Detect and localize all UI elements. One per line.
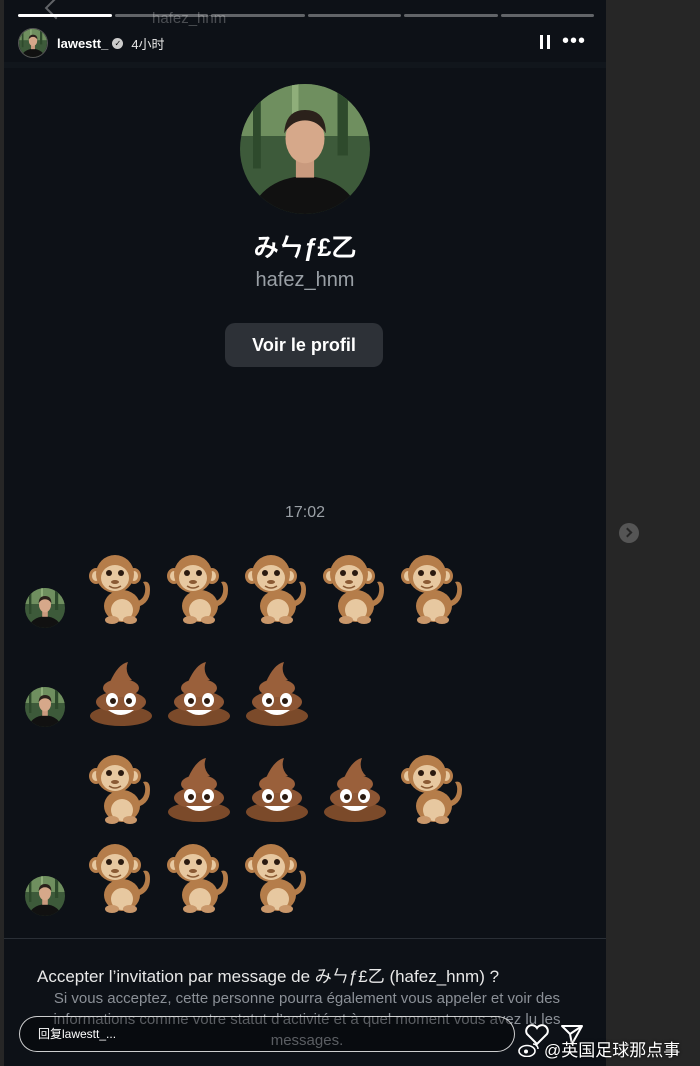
sender-avatar[interactable]: [25, 876, 65, 916]
monkey-emoji-icon: [166, 841, 232, 915]
previous-story-name: hafez_hnm: [152, 10, 227, 27]
monkey-emoji-icon: [322, 552, 388, 626]
verified-badge-icon: ✓: [112, 37, 124, 49]
story-viewer[interactable]: hafez_hnm lawestt_ ✓ 4小时 ••• みㄣƒ£乙 hafez…: [4, 0, 606, 1066]
message-bubble[interactable]: [88, 656, 310, 730]
monkey-emoji-icon: [244, 841, 310, 915]
story-author-avatar[interactable]: [18, 28, 48, 58]
more-options-icon[interactable]: •••: [562, 31, 586, 51]
progress-segment: [114, 14, 208, 17]
message-timestamp: 17:02: [284, 504, 326, 521]
watermark-text: @英国足球那点事: [544, 1041, 681, 1060]
poop-emoji-icon: [88, 656, 154, 730]
poop-emoji-icon: [244, 752, 310, 826]
invitation-title: Accepter l’invitation par message de みㄣƒ…: [37, 967, 500, 986]
story-author-username[interactable]: lawestt_: [57, 36, 108, 51]
monkey-emoji-icon: [400, 752, 466, 826]
poop-emoji-icon: [166, 656, 232, 730]
message-bubble[interactable]: [88, 841, 310, 915]
monkey-emoji-icon: [88, 752, 154, 826]
sender-avatar[interactable]: [25, 588, 65, 628]
monkey-emoji-icon: [88, 552, 154, 626]
monkey-emoji-icon: [400, 552, 466, 626]
message-bubble[interactable]: [88, 552, 466, 626]
monkey-emoji-icon: [244, 552, 310, 626]
progress-segment: [500, 14, 594, 17]
progress-segment: [404, 14, 498, 17]
profile-avatar[interactable]: [240, 84, 370, 214]
poop-emoji-icon: [166, 752, 232, 826]
story-progress-bar: [18, 14, 594, 17]
story-time: 4小时: [131, 36, 165, 52]
poop-emoji-icon: [244, 656, 310, 730]
invitation-divider: [4, 938, 606, 939]
monkey-emoji-icon: [166, 552, 232, 626]
pause-icon[interactable]: [540, 35, 550, 49]
message-bubble[interactable]: [88, 752, 466, 826]
profile-handle: hafez_hnm: [255, 269, 355, 291]
story-header: lawestt_ ✓ 4小时 •••: [18, 28, 594, 58]
reply-input[interactable]: 回复lawestt_...: [19, 1016, 515, 1052]
progress-segment: [18, 14, 112, 17]
weibo-logo-icon: [518, 1042, 539, 1057]
sender-avatar[interactable]: [25, 687, 65, 727]
progress-segment: [211, 14, 305, 17]
chevron-right-icon[interactable]: [619, 523, 639, 543]
profile-display-name: みㄣƒ£乙: [253, 234, 357, 262]
view-profile-button[interactable]: Voir le profil: [225, 323, 383, 367]
progress-segment: [307, 14, 401, 17]
watermark: @英国足球那点事: [518, 1036, 680, 1061]
monkey-emoji-icon: [88, 841, 154, 915]
poop-emoji-icon: [322, 752, 388, 826]
header-divider: [4, 62, 606, 68]
